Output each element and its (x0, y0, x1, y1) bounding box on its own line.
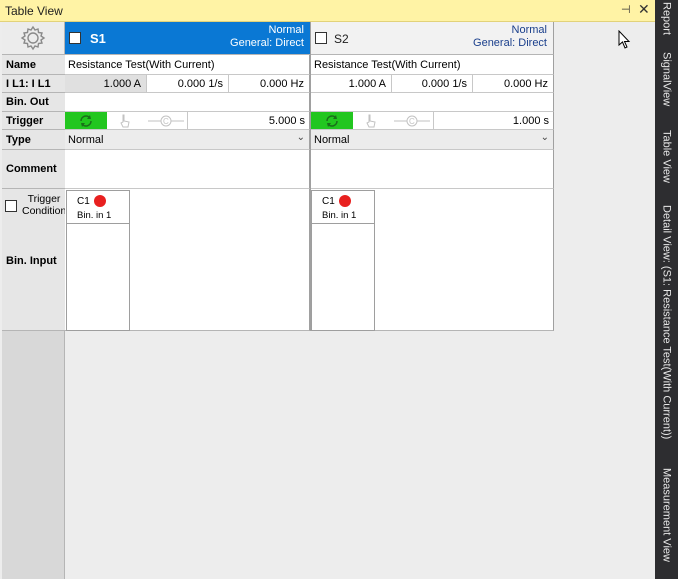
trigger-condition-checkbox[interactable] (5, 200, 17, 212)
state-select-checkbox-s1[interactable] (69, 32, 81, 44)
svg-text:C: C (163, 117, 169, 126)
bin-out-field-s2[interactable] (311, 93, 554, 112)
pin-icon[interactable]: ⊣ (621, 3, 631, 16)
trigger-binary-button-s2[interactable]: C (391, 112, 433, 129)
bin-input-label: Bin. Input (6, 255, 57, 267)
comment-field-s1[interactable] (65, 150, 310, 189)
current-frequency-s1[interactable]: 0.000 Hz (229, 75, 310, 93)
hand-pointer-icon (120, 114, 130, 127)
current-rate-s2[interactable]: 0.000 1/s (392, 75, 473, 93)
trigger-timeout-button-s2[interactable] (311, 112, 353, 129)
bin-status-indicator-s2 (339, 195, 351, 207)
row-label-bin-out: Bin. Out (2, 93, 65, 112)
row-label-type: Type (2, 130, 65, 150)
state-mode-line2-s2: General: Direct (473, 37, 547, 49)
bin-out-field-s1[interactable] (65, 93, 310, 112)
state-mode-s2: Normal General: Direct (473, 24, 547, 50)
trigger-timeout-button-s1[interactable] (65, 112, 107, 129)
trigger-time-s2[interactable]: 1.000 s (433, 112, 553, 129)
binary-trigger-icon: C (394, 115, 430, 126)
current-amplitude-s1[interactable]: 1.000 A (65, 75, 147, 93)
state-name-s2: S2 (334, 32, 349, 46)
bin-input-name-s1: Bin. in 1 (77, 210, 112, 221)
bin-input-card-s2[interactable]: C1 Bin. in 1 (311, 190, 375, 331)
side-tab-signalview[interactable]: SignalView (655, 52, 678, 118)
comment-field-s2[interactable] (311, 150, 554, 189)
trigger-row-s2: C 1.000 s (311, 112, 554, 130)
row-label-current: I L1: I L1 (2, 75, 65, 93)
state-mode-line1-s1: Normal (268, 24, 304, 36)
type-value-s1: Normal (68, 133, 104, 146)
column-separator (310, 22, 311, 331)
type-value-s2: Normal (314, 133, 350, 146)
state-select-checkbox-s2[interactable] (315, 32, 327, 44)
current-rate-s1[interactable]: 0.000 1/s (147, 75, 229, 93)
panel-title-bar: Table View ⊣ ✕ (0, 0, 655, 22)
bin-input-label-block: Trigger Condition Bin. Input (2, 189, 67, 331)
state-header-s2[interactable]: S2 Normal General: Direct (311, 22, 554, 55)
cycle-icon (326, 114, 338, 127)
side-tab-report[interactable]: Report (655, 2, 678, 40)
state-mode-line1-s2: Normal (511, 24, 547, 36)
side-tab-table-view-label: Table View (660, 130, 673, 183)
current-frequency-s2[interactable]: 0.000 Hz (473, 75, 554, 93)
trigger-time-s1[interactable]: 5.000 s (187, 112, 309, 129)
close-icon[interactable]: ✕ (638, 1, 650, 18)
state-mode-line2-s1: General: Direct (230, 37, 304, 49)
trigger-row-s1: C 5.000 s (65, 112, 310, 130)
row-label-trigger: Trigger (2, 112, 65, 130)
panel-title: Table View (5, 4, 63, 18)
mouse-cursor-icon (618, 30, 631, 49)
side-tab-detail-view[interactable]: Detail View: (S1: Resistance Test(With C… (655, 205, 678, 452)
state-mode-s1: Normal General: Direct (230, 24, 304, 50)
side-tab-strip: Report SignalView Table View Detail View… (655, 0, 678, 579)
settings-gear-button[interactable] (2, 22, 65, 55)
bin-input-card-header-s1: C1 Bin. in 1 (67, 191, 129, 224)
bin-status-indicator-s1 (94, 195, 106, 207)
svg-text:C: C (409, 117, 415, 126)
trigger-binary-button-s1[interactable]: C (145, 112, 187, 129)
state-name-field-s1[interactable]: Resistance Test(With Current) (65, 55, 310, 75)
type-dropdown-s1[interactable]: Normal ⌄ (65, 130, 310, 150)
row-label-name: Name (2, 55, 65, 75)
trigger-manual-button-s2[interactable] (357, 112, 385, 129)
cycle-icon (80, 114, 92, 127)
bin-input-card-header-s2: C1 Bin. in 1 (312, 191, 374, 224)
binary-trigger-icon: C (148, 115, 184, 126)
state-name-field-s2[interactable]: Resistance Test(With Current) (311, 55, 554, 75)
side-tab-table-view[interactable]: Table View (655, 130, 678, 190)
row-label-comment: Comment (2, 150, 65, 189)
type-dropdown-s2[interactable]: Normal ⌄ (311, 130, 554, 150)
current-amplitude-s2[interactable]: 1.000 A (311, 75, 392, 93)
state-header-s1[interactable]: S1 Normal General: Direct (65, 22, 310, 55)
hand-pointer-icon (366, 114, 376, 127)
trigger-manual-button-s1[interactable] (111, 112, 139, 129)
side-tab-measurement-view[interactable]: Measurement View (655, 468, 678, 572)
side-tab-detail-view-label: Detail View: (S1: Resistance Test(With C… (660, 205, 673, 440)
bin-channel-s2: C1 (322, 196, 335, 207)
bin-input-card-s1[interactable]: C1 Bin. in 1 (66, 190, 130, 331)
gear-icon (20, 25, 46, 51)
side-tab-report-label: Report (660, 2, 673, 36)
side-tab-measurement-view-label: Measurement View (660, 468, 673, 562)
bin-channel-s1: C1 (77, 196, 90, 207)
side-tab-signalview-label: SignalView (660, 52, 673, 107)
chevron-down-icon: ⌄ (296, 132, 305, 143)
chevron-down-icon: ⌄ (540, 132, 549, 143)
table-view-content: Name I L1: I L1 Bin. Out Trigger Type Co… (0, 22, 655, 579)
bin-input-name-s2: Bin. in 1 (322, 210, 357, 221)
trigger-condition-label: Trigger Condition (22, 193, 67, 217)
state-name-s1: S1 (90, 31, 106, 46)
